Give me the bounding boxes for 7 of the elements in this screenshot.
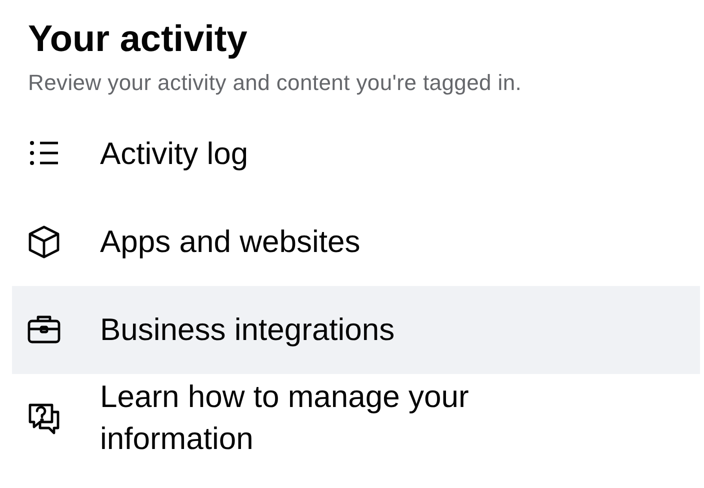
menu-item[interactable]: Business integrations (12, 286, 700, 374)
cube-icon (26, 224, 62, 260)
section-title: Your activity (28, 17, 248, 61)
section-subtitle: Review your activity and content you're tagged in. (28, 69, 523, 97)
menu-item[interactable]: Learn how to manage your information (12, 374, 700, 462)
menu-item[interactable]: Apps and websites (12, 198, 700, 286)
menu-item[interactable]: Activity log (12, 110, 700, 198)
